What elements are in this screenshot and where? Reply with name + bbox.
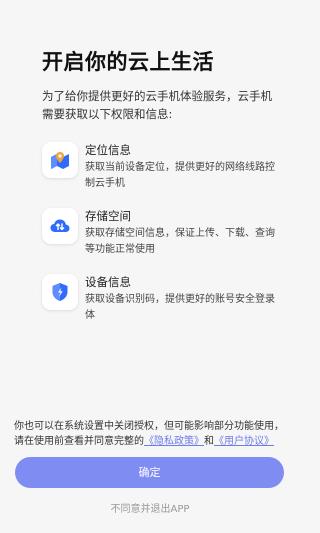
authorization-notice: 你也可以在系统设置中关闭授权，但可能影响部分功能使用，请在使用前查看并同意完整的… (14, 419, 286, 449)
permission-title: 定位信息 (85, 143, 131, 157)
permission-desc: 获取当前设备定位，提供更好的网络线路控制云手机 (85, 162, 275, 189)
intro-text: 为了给你提供更好的云手机体验服务，云手机需要获取以下权限和信息: (42, 89, 272, 121)
location-map-icon (42, 142, 78, 178)
user-agreement-link[interactable]: 《用户协议》 (214, 436, 274, 447)
permission-desc: 获取存储空间信息，保证上传、下载、查询等功能正常使用 (85, 228, 275, 255)
page-title: 开启你的云上生活 (42, 50, 214, 74)
privacy-policy-link[interactable]: 《隐私政策》 (144, 436, 204, 447)
notice-and: 和 (204, 436, 214, 447)
cloud-storage-icon (42, 208, 78, 244)
permission-title: 存储空间 (85, 209, 131, 223)
decline-exit-link[interactable]: 不同意并退出APP (0, 500, 300, 515)
permission-item-location: 定位信息 获取当前设备定位，提供更好的网络线路控制云手机 (42, 142, 275, 202)
permission-desc: 获取设备识别码，提供更好的账号安全登录体 (85, 294, 275, 321)
confirm-button[interactable]: 确定 (15, 457, 284, 488)
permission-title: 设备信息 (85, 275, 131, 289)
shield-icon (42, 274, 78, 310)
permission-item-device: 设备信息 获取设备识别码，提供更好的账号安全登录体 (42, 274, 275, 334)
permission-item-storage: 存储空间 获取存储空间信息，保证上传、下载、查询等功能正常使用 (42, 208, 275, 268)
